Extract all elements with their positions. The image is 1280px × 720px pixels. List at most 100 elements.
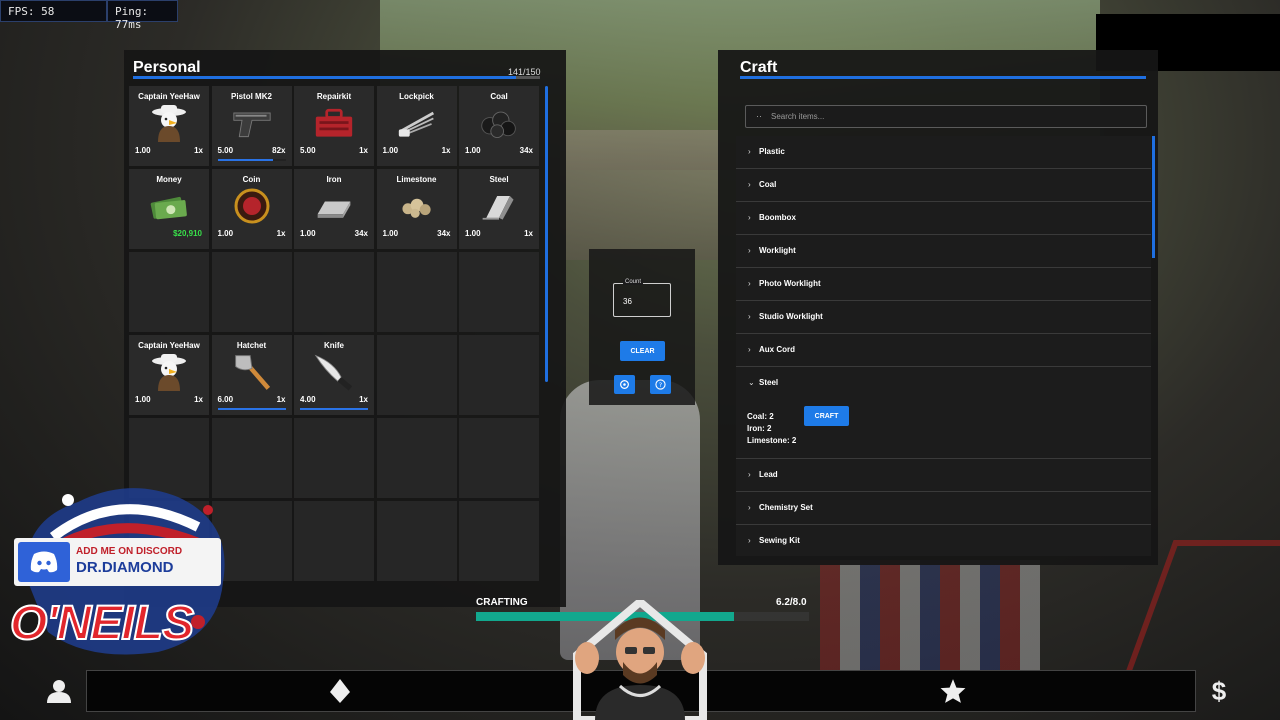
craft-row-label: Photo Worklight — [759, 279, 821, 288]
item-count: 1x — [194, 146, 203, 155]
lockpick-icon — [397, 104, 437, 142]
chevron-right-icon: › — [748, 180, 751, 189]
craft-row-label: Coal — [759, 180, 777, 189]
clear-button[interactable]: CLEAR — [620, 341, 665, 361]
background-flag — [820, 560, 1040, 670]
knife-icon — [314, 353, 354, 391]
inventory-slot[interactable]: Captain YeeHaw 1.00 1x — [129, 86, 209, 166]
inventory-slot-empty[interactable] — [294, 501, 374, 581]
inventory-slot-empty[interactable] — [376, 335, 457, 415]
craft-row-label: Plastic — [759, 147, 785, 156]
craft-button[interactable]: CRAFT — [804, 406, 849, 426]
craft-search-box[interactable]: ·· — [745, 105, 1147, 128]
item-name: Hatchet — [236, 341, 267, 350]
craft-row-label: Lead — [759, 470, 778, 479]
dollar-icon[interactable]: $ — [1204, 676, 1234, 706]
iron-bar-icon — [314, 187, 354, 225]
inventory-slot[interactable]: Steel 1.00 1x — [459, 169, 539, 249]
item-count: 34x — [519, 146, 533, 155]
inventory-slot[interactable]: Money $20,910 — [129, 169, 209, 249]
chevron-down-icon: ⌄ — [748, 378, 755, 387]
craft-row-label: Studio Worklight — [759, 312, 823, 321]
inventory-slot-empty[interactable] — [211, 252, 292, 332]
coin-icon — [232, 187, 272, 225]
star-icon — [940, 679, 966, 703]
inventory-slot[interactable]: Iron 1.00 34x — [294, 169, 374, 249]
chevron-right-icon: › — [748, 147, 751, 156]
chevron-right-icon: › — [748, 246, 751, 255]
inventory-slot-empty[interactable] — [294, 418, 374, 498]
inventory-slot[interactable]: Knife 4.00 1x — [294, 335, 374, 415]
inventory-slot[interactable]: Lockpick 1.00 1x — [376, 86, 457, 166]
steel-bar-icon — [479, 187, 519, 225]
craft-row[interactable]: › Studio Worklight — [736, 301, 1151, 334]
inventory-scrollbar[interactable] — [545, 86, 548, 382]
item-name: Coin — [242, 175, 261, 184]
craft-row[interactable]: › Sewing Kit — [736, 525, 1151, 556]
inventory-slot[interactable]: Limestone 1.00 34x — [376, 169, 457, 249]
craft-row[interactable]: › Plastic — [736, 136, 1151, 169]
item-name: Knife — [324, 341, 344, 350]
inventory-slot-empty[interactable] — [459, 252, 539, 332]
profile-button[interactable] — [44, 676, 74, 706]
item-name: Repairkit — [316, 92, 352, 101]
item-name: Lockpick — [399, 92, 434, 101]
requirement-coal: Coal: 2 — [747, 412, 774, 421]
craft-scrollbar[interactable] — [1152, 136, 1155, 258]
inventory-slot-empty[interactable] — [129, 252, 209, 332]
inventory-slot-empty[interactable] — [459, 335, 539, 415]
item-weight: 4.00 — [300, 395, 316, 404]
craft-row-label: Steel — [759, 378, 779, 387]
inventory-slot[interactable]: Repairkit 5.00 1x — [294, 86, 374, 166]
inventory-slot-empty[interactable] — [459, 418, 539, 498]
craft-row[interactable]: › Lead — [736, 459, 1151, 492]
inventory-slot-empty[interactable] — [376, 252, 457, 332]
coal-icon — [479, 104, 519, 142]
count-field[interactable]: Count 36 — [613, 279, 671, 317]
craft-search-input[interactable] — [771, 106, 1131, 127]
requirement-limestone: Limestone: 2 — [747, 436, 797, 445]
favorites-button[interactable] — [938, 676, 968, 706]
inventory-slot[interactable]: Hatchet 6.00 1x — [211, 335, 292, 415]
question-icon: ? — [655, 379, 666, 390]
gear-icon — [620, 380, 629, 389]
craft-row[interactable]: › Photo Worklight — [736, 268, 1151, 301]
craft-row[interactable]: › Aux Cord — [736, 334, 1151, 367]
durability-bar — [217, 159, 286, 161]
inventory-slot-empty[interactable] — [459, 501, 539, 581]
craft-row[interactable]: › Coal — [736, 169, 1151, 202]
craft-row-label: Sewing Kit — [759, 536, 800, 545]
item-count: 34x — [437, 229, 451, 238]
inventory-slot-empty[interactable] — [376, 501, 457, 581]
inventory-slot-empty[interactable] — [294, 252, 374, 332]
item-count: 1x — [194, 395, 203, 404]
craft-row[interactable]: › Worklight — [736, 235, 1151, 268]
search-icon: ·· — [756, 111, 762, 121]
craft-row-label: Worklight — [759, 246, 796, 255]
limestone-icon — [397, 187, 437, 225]
count-label: Count — [623, 279, 644, 285]
item-weight: 1.00 — [217, 229, 234, 238]
inventory-slot[interactable]: Coal 1.00 34x — [459, 86, 539, 166]
inventory-slot[interactable]: Coin 1.00 1x — [211, 169, 292, 249]
item-weight: 1.00 — [382, 146, 399, 155]
chevron-right-icon: › — [748, 213, 751, 222]
item-weight: 6.00 — [217, 395, 234, 404]
eagle-cowboy-icon — [149, 104, 189, 142]
item-weight: 5.00 — [300, 146, 316, 155]
discord-cta: ADD ME ON DISCORD — [76, 546, 183, 557]
background-ground — [560, 130, 720, 260]
item-name: Iron — [326, 175, 342, 184]
inventory-slot[interactable]: Captain YeeHaw 1.00 1x — [129, 335, 209, 415]
diamond-button[interactable] — [325, 676, 355, 706]
craft-row[interactable]: › Boombox — [736, 202, 1151, 235]
inventory-slot[interactable]: Pistol MK2 5.00 82x — [211, 86, 292, 166]
item-weight: 1.00 — [465, 229, 481, 238]
settings-button[interactable] — [614, 375, 635, 394]
inventory-slot-empty[interactable] — [376, 418, 457, 498]
craft-row-expanded[interactable]: ⌄ Steel Coal: 2 Iron: 2 Limestone: 2 CRA… — [736, 367, 1151, 459]
item-name: Limestone — [396, 175, 437, 184]
help-button[interactable]: ? — [650, 375, 671, 394]
craft-row[interactable]: › Chemistry Set — [736, 492, 1151, 525]
item-count: 34x — [354, 229, 368, 238]
